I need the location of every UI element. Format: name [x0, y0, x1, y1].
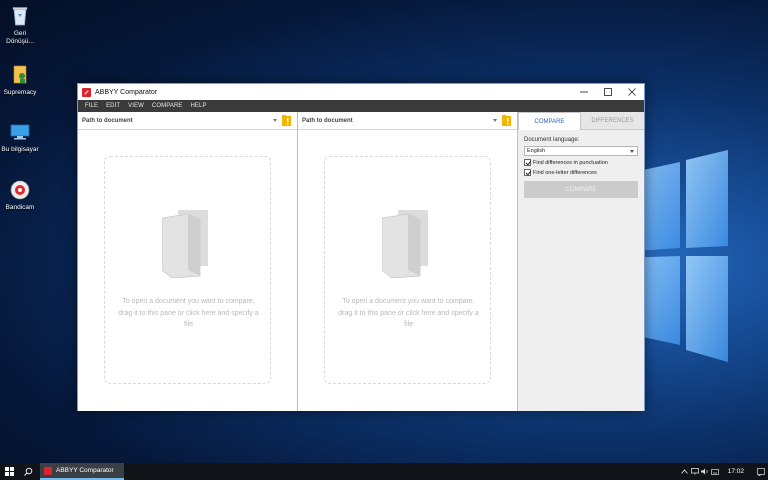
abbyy-comparator-window: ABBYY Comparator FILE EDIT VIEW COMPARE …	[77, 83, 645, 411]
network-icon[interactable]	[690, 463, 700, 480]
taskbar-app-abbyy[interactable]: ABBYY Comparator	[40, 463, 124, 480]
recycle-bin-icon	[9, 5, 31, 27]
computer-icon	[9, 121, 31, 143]
desktop-icon-recycle-bin[interactable]: Geri Dönüşü...	[0, 5, 40, 46]
desktop-icon-bandicam[interactable]: Bandicam	[0, 179, 40, 212]
supremacy-folder-icon	[9, 64, 31, 86]
menu-file[interactable]: FILE	[81, 103, 102, 109]
right-document-pane: Path to document To open a document you …	[298, 112, 518, 411]
document-folder-icon	[382, 210, 428, 278]
window-title: ABBYY Comparator	[95, 88, 158, 96]
open-folder-icon[interactable]	[502, 115, 512, 126]
search-icon	[23, 467, 32, 476]
menu-compare[interactable]: COMPARE	[148, 103, 187, 109]
bandicam-icon	[9, 179, 31, 201]
left-path-bar[interactable]: Path to document	[78, 112, 297, 130]
desktop-icon-this-pc[interactable]: Bu bilgisayar	[0, 121, 40, 154]
document-folder-icon	[162, 210, 208, 278]
minimize-icon	[580, 91, 588, 93]
chevron-down-icon[interactable]	[493, 119, 497, 122]
left-drop-zone[interactable]: To open a document you want to compare, …	[104, 156, 271, 384]
desktop-icon-label: Bandicam	[5, 204, 35, 211]
maximize-button[interactable]	[596, 84, 620, 100]
right-path-bar[interactable]: Path to document	[298, 112, 517, 130]
abbyy-app-icon	[44, 466, 52, 475]
clock[interactable]: 17:02	[728, 468, 744, 475]
left-drop-hint: To open a document you want to compare, …	[118, 298, 259, 328]
compare-button[interactable]: COMPARE	[524, 181, 638, 198]
open-folder-icon[interactable]	[282, 115, 292, 126]
one-letter-checkbox[interactable]	[524, 169, 531, 176]
left-path-input[interactable]: Path to document	[82, 118, 133, 124]
menu-view[interactable]: VIEW	[124, 103, 148, 109]
menu-edit[interactable]: EDIT	[102, 103, 124, 109]
menu-bar: FILE EDIT VIEW COMPARE HELP	[78, 100, 644, 112]
desktop-icon-label: Supremacy	[3, 89, 37, 96]
compare-side-panel: COMPARE DIFFERENCES Document language: E…	[518, 112, 644, 411]
right-path-input[interactable]: Path to document	[302, 118, 353, 124]
desktop-icon-supremacy[interactable]: Supremacy	[0, 64, 40, 97]
start-button[interactable]	[0, 463, 18, 480]
windows-start-icon	[4, 467, 14, 476]
right-drop-hint: To open a document you want to compare, …	[338, 298, 479, 328]
punctuation-checkbox-label[interactable]: Find differences in punctuation	[533, 160, 608, 166]
notifications-button[interactable]	[756, 463, 766, 480]
keyboard-icon[interactable]	[710, 463, 720, 480]
close-button[interactable]	[620, 84, 644, 100]
title-bar[interactable]: ABBYY Comparator	[78, 84, 644, 100]
menu-help[interactable]: HELP	[186, 103, 210, 109]
chevron-down-icon	[630, 150, 634, 153]
punctuation-checkbox-row[interactable]: Find differences in punctuation	[524, 159, 638, 166]
chevron-up-icon[interactable]	[680, 463, 690, 480]
desktop-icon-label: Geri Dönüşü...	[6, 30, 34, 45]
left-document-pane: Path to document To open a document you …	[78, 112, 298, 411]
abbyy-app-icon	[82, 87, 91, 97]
search-button[interactable]	[18, 463, 38, 480]
taskbar-app-label: ABBYY Comparator	[56, 467, 114, 474]
tab-compare[interactable]: COMPARE	[518, 112, 581, 130]
close-icon	[628, 88, 636, 96]
chevron-down-icon[interactable]	[273, 119, 277, 122]
volume-icon[interactable]	[700, 463, 710, 480]
document-language-value: English	[527, 148, 546, 154]
notification-icon	[757, 467, 765, 476]
taskbar: ABBYY Comparator 17:02	[0, 463, 768, 480]
maximize-icon	[604, 88, 612, 96]
minimize-button[interactable]	[572, 84, 596, 100]
system-tray: 17:02	[680, 463, 768, 480]
document-language-select[interactable]: English	[524, 146, 638, 156]
tab-differences[interactable]: DIFFERENCES	[581, 112, 644, 130]
one-letter-checkbox-row[interactable]: Find one-letter differences	[524, 169, 638, 176]
desktop-icon-label: Bu bilgisayar	[1, 146, 39, 153]
right-drop-zone[interactable]: To open a document you want to compare, …	[324, 156, 491, 384]
punctuation-checkbox[interactable]	[524, 159, 531, 166]
document-language-label: Document language:	[524, 137, 580, 143]
one-letter-checkbox-label[interactable]: Find one-letter differences	[533, 170, 597, 176]
